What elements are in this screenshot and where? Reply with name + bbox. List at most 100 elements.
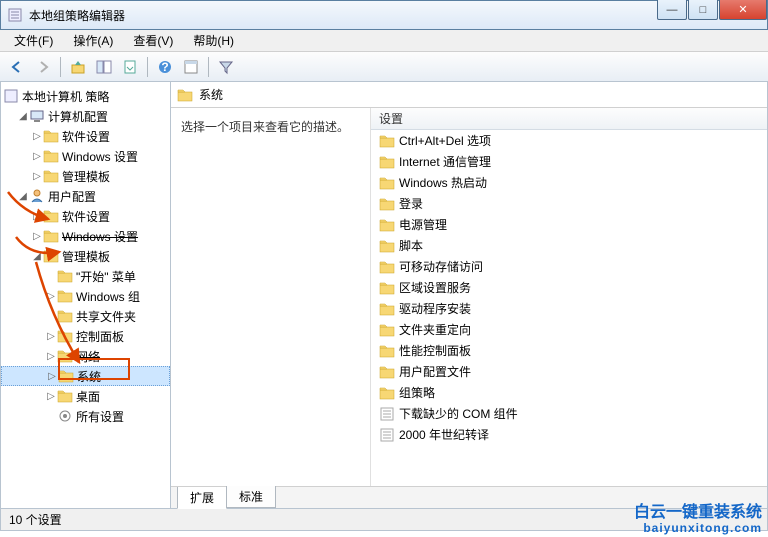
expand-icon[interactable]: ▷ [31, 171, 43, 182]
menu-file[interactable]: 文件(F) [4, 30, 63, 51]
list-item[interactable]: 脚本 [371, 235, 767, 256]
forward-button[interactable] [31, 55, 55, 79]
list-item[interactable]: 2000 年世纪转译 [371, 424, 767, 445]
list-item[interactable]: 组策略 [371, 382, 767, 403]
expand-icon[interactable]: ▷ [31, 211, 43, 222]
tree-system[interactable]: ▷系统 [1, 366, 170, 386]
folder-icon [57, 308, 73, 324]
folder-icon [379, 133, 395, 149]
filter-button[interactable] [214, 55, 238, 79]
expand-icon[interactable]: ▷ [45, 291, 57, 302]
folder-icon [43, 128, 59, 144]
export-button[interactable] [118, 55, 142, 79]
folder-icon [57, 268, 73, 284]
up-button[interactable] [66, 55, 90, 79]
right-header: 系统 [171, 82, 767, 108]
expand-icon[interactable]: ▷ [31, 231, 43, 242]
menu-action[interactable]: 操作(A) [63, 30, 123, 51]
tree-all-settings[interactable]: 所有设置 [1, 406, 170, 426]
list-item[interactable]: 用户配置文件 [371, 361, 767, 382]
close-button[interactable]: ✕ [719, 0, 767, 20]
back-button[interactable] [5, 55, 29, 79]
column-header[interactable]: 设置 [371, 108, 767, 130]
policy-icon [3, 88, 19, 104]
toolbar-separator [208, 57, 209, 77]
tree-uc-admin[interactable]: ◢管理模板 [1, 246, 170, 266]
minimize-button[interactable]: — [657, 0, 687, 20]
folder-icon [57, 328, 73, 344]
list-item[interactable]: 可移动存储访问 [371, 256, 767, 277]
list-item[interactable]: Windows 热启动 [371, 172, 767, 193]
list-item-label: 文件夹重定向 [399, 321, 471, 338]
list-item-label: 组策略 [399, 384, 435, 401]
tree-desktop[interactable]: ▷桌面 [1, 386, 170, 406]
window-title: 本地组策略编辑器 [29, 7, 656, 24]
list-item[interactable]: 性能控制面板 [371, 340, 767, 361]
folder-icon [379, 154, 395, 170]
tree-cc-software[interactable]: ▷软件设置 [1, 126, 170, 146]
expand-icon[interactable]: ▷ [45, 331, 57, 342]
tree-pane[interactable]: 本地计算机 策略 ◢ 计算机配置 ▷软件设置 ▷Windows 设置 ▷管理模板… [1, 82, 171, 508]
app-icon [7, 7, 23, 23]
list-item[interactable]: 区域设置服务 [371, 277, 767, 298]
right-pane: 系统 选择一个项目来查看它的描述。 设置 Ctrl+Alt+Del 选项Inte… [171, 82, 767, 508]
collapse-icon[interactable]: ◢ [31, 251, 43, 262]
folder-icon [177, 87, 193, 103]
user-icon [29, 188, 45, 204]
tree-ctrl-panel[interactable]: ▷控制面板 [1, 326, 170, 346]
list-item[interactable]: 驱动程序安装 [371, 298, 767, 319]
body: 本地计算机 策略 ◢ 计算机配置 ▷软件设置 ▷Windows 设置 ▷管理模板… [0, 82, 768, 509]
description-pane: 选择一个项目来查看它的描述。 [171, 108, 371, 486]
folder-icon [57, 348, 73, 364]
settings-list[interactable]: 设置 Ctrl+Alt+Del 选项Internet 通信管理Windows 热… [371, 108, 767, 486]
expand-icon[interactable]: ▷ [31, 151, 43, 162]
toolbar: ? [0, 52, 768, 82]
folder-icon [379, 301, 395, 317]
folder-icon [43, 248, 59, 264]
show-tree-button[interactable] [92, 55, 116, 79]
folder-icon [43, 168, 59, 184]
tree-uc-windows[interactable]: ▷Windows 设置 [1, 226, 170, 246]
folder-icon [43, 148, 59, 164]
folder-icon [379, 280, 395, 296]
tree-cc-windows[interactable]: ▷Windows 设置 [1, 146, 170, 166]
tree-shared[interactable]: 共享文件夹 [1, 306, 170, 326]
expand-icon[interactable]: ▷ [31, 131, 43, 142]
list-item[interactable]: 登录 [371, 193, 767, 214]
tab-extended[interactable]: 扩展 [177, 487, 227, 509]
menu-view[interactable]: 查看(V) [123, 30, 183, 51]
list-item-label: 下载缺少的 COM 组件 [399, 405, 518, 422]
list-item[interactable]: Internet 通信管理 [371, 151, 767, 172]
toolbar-separator [60, 57, 61, 77]
collapse-icon[interactable]: ◢ [17, 191, 29, 202]
list-item-label: 驱动程序安装 [399, 300, 471, 317]
tree-computer-config[interactable]: ◢ 计算机配置 [1, 106, 170, 126]
folder-icon [379, 343, 395, 359]
tree-root-label: 本地计算机 策略 [22, 88, 109, 105]
window-buttons: — □ ✕ [656, 0, 767, 22]
folder-icon [57, 388, 73, 404]
tree-uc-software[interactable]: ▷软件设置 [1, 206, 170, 226]
expand-icon[interactable]: ▷ [45, 351, 57, 362]
help-button[interactable]: ? [153, 55, 177, 79]
tree-start-menu[interactable]: "开始" 菜单 [1, 266, 170, 286]
menu-help[interactable]: 帮助(H) [183, 30, 244, 51]
tree-cc-admin[interactable]: ▷管理模板 [1, 166, 170, 186]
list-item-label: 脚本 [399, 237, 423, 254]
properties-button[interactable] [179, 55, 203, 79]
folder-icon [57, 288, 73, 304]
tree-win-comp[interactable]: ▷Windows 组 [1, 286, 170, 306]
tree-root[interactable]: 本地计算机 策略 [1, 86, 170, 106]
tab-standard[interactable]: 标准 [226, 486, 276, 508]
tree-network[interactable]: ▷网络 [1, 346, 170, 366]
expand-icon[interactable]: ▷ [45, 391, 57, 402]
collapse-icon[interactable]: ◢ [17, 111, 29, 122]
list-item[interactable]: Ctrl+Alt+Del 选项 [371, 130, 767, 151]
list-item[interactable]: 下载缺少的 COM 组件 [371, 403, 767, 424]
toolbar-separator [147, 57, 148, 77]
expand-icon[interactable]: ▷ [46, 371, 58, 382]
tree-user-config[interactable]: ◢ 用户配置 [1, 186, 170, 206]
list-item[interactable]: 电源管理 [371, 214, 767, 235]
maximize-button[interactable]: □ [688, 0, 718, 20]
list-item[interactable]: 文件夹重定向 [371, 319, 767, 340]
